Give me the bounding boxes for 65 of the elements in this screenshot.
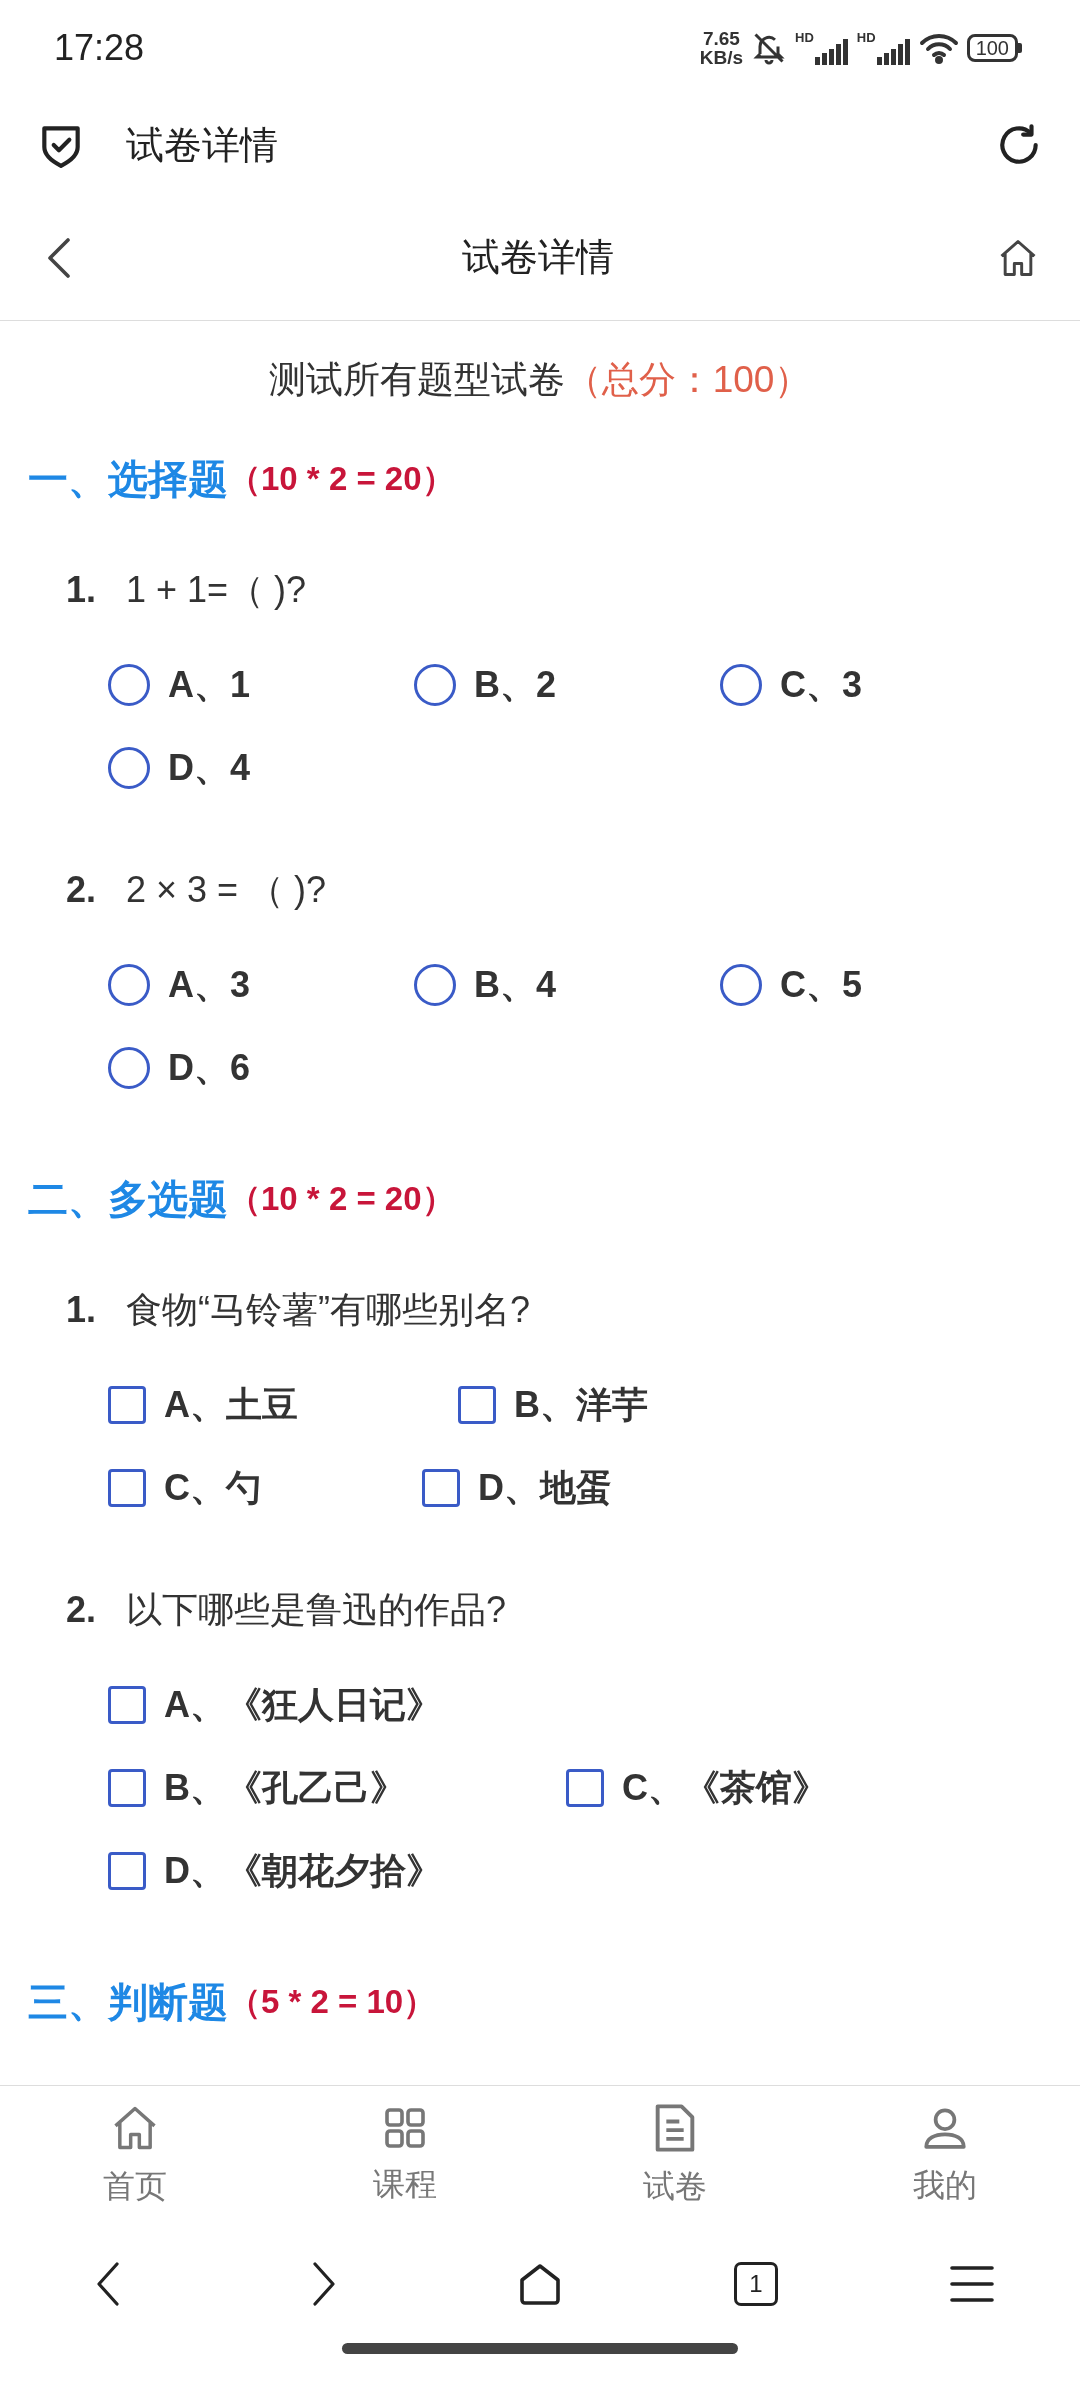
checkbox[interactable] — [108, 1385, 146, 1424]
clock-time: 17:28 — [54, 25, 145, 70]
option-label: C、5 — [780, 962, 863, 1007]
paper-total-score: （总分：100） — [564, 358, 812, 403]
checkbox[interactable] — [422, 1468, 460, 1507]
option-label: D、地蛋 — [478, 1465, 612, 1510]
question-text: 以下哪些是鲁迅的作品? — [126, 1588, 507, 1632]
checkbox[interactable] — [108, 1685, 146, 1724]
battery-level: 100 — [966, 33, 1018, 62]
section-heading: 三、判断题 — [28, 1979, 228, 2026]
radio-button[interactable] — [108, 663, 150, 706]
option-label: D、6 — [168, 1045, 251, 1090]
option-label: B、4 — [474, 962, 557, 1007]
checkbox[interactable] — [566, 1768, 604, 1807]
battery-tip — [1018, 42, 1022, 53]
signal-icon — [814, 38, 849, 65]
app-title: 试卷详情 — [126, 122, 279, 168]
option-label: D、《朝花夕拾》 — [164, 1848, 442, 1893]
option-label: A、《狂人日记》 — [164, 1682, 442, 1727]
checkbox[interactable] — [108, 1768, 146, 1807]
section-score: （10 * 2 = 20） — [228, 1179, 455, 1220]
question-number: 2. — [66, 1588, 98, 1632]
option-label: D、4 — [168, 745, 251, 790]
network-speed-unit: KB/s — [699, 47, 744, 67]
section-heading: 一、选择题 — [28, 456, 228, 503]
signal-label: HD — [795, 30, 814, 45]
tab-bar-item[interactable]: 我的 — [810, 2086, 1080, 2225]
question-number: 2. — [66, 868, 98, 912]
radio-button[interactable] — [108, 746, 150, 789]
question-number: 1. — [66, 568, 98, 612]
option-label: B、洋芋 — [514, 1382, 648, 1427]
radio-button[interactable] — [108, 963, 150, 1006]
option-label: A、1 — [168, 662, 251, 707]
radio-button[interactable] — [108, 1046, 150, 1089]
section-score: （10 * 2 = 20） — [228, 459, 455, 500]
question-text: 2 × 3 = （ )? — [126, 868, 327, 912]
option-label: C、勺 — [164, 1465, 262, 1510]
question-text: 1 + 1=（ )? — [126, 568, 307, 612]
signal-icon — [876, 38, 911, 65]
checkbox[interactable] — [108, 1851, 146, 1890]
option-label: C、《茶馆》 — [622, 1765, 828, 1810]
wifi-icon — [918, 31, 959, 64]
signal-label: HD — [856, 30, 876, 45]
option-label: B、2 — [474, 662, 557, 707]
tab-bar-item[interactable]: 课程 — [270, 2086, 540, 2225]
radio-button[interactable] — [414, 963, 456, 1006]
tab-bar-item[interactable]: 首页 — [0, 2086, 270, 2225]
section-score: （5 * 2 = 10） — [228, 1982, 437, 2023]
paper-title: 测试所有题型试卷 — [268, 358, 565, 403]
tab-bar-item[interactable]: 试卷 — [540, 2086, 810, 2225]
checkbox[interactable] — [458, 1385, 496, 1424]
radio-button[interactable] — [720, 663, 762, 706]
tabs-button[interactable]: 1 — [734, 2262, 778, 2306]
option-label: C、3 — [780, 662, 863, 707]
option-label: B、《孔乙己》 — [164, 1765, 406, 1810]
question-text: 食物“马铃薯”有哪些别名? — [126, 1288, 530, 1332]
network-speed: 7.65 — [702, 28, 740, 48]
radio-button[interactable] — [720, 963, 762, 1006]
option-label: A、3 — [168, 962, 251, 1007]
question-number: 1. — [66, 1288, 98, 1332]
page-title: 试卷详情 — [462, 235, 614, 280]
radio-button[interactable] — [414, 663, 456, 706]
checkbox[interactable] — [108, 1468, 146, 1507]
section-heading: 二、多选题 — [28, 1176, 228, 1223]
option-label: A、土豆 — [164, 1382, 298, 1427]
